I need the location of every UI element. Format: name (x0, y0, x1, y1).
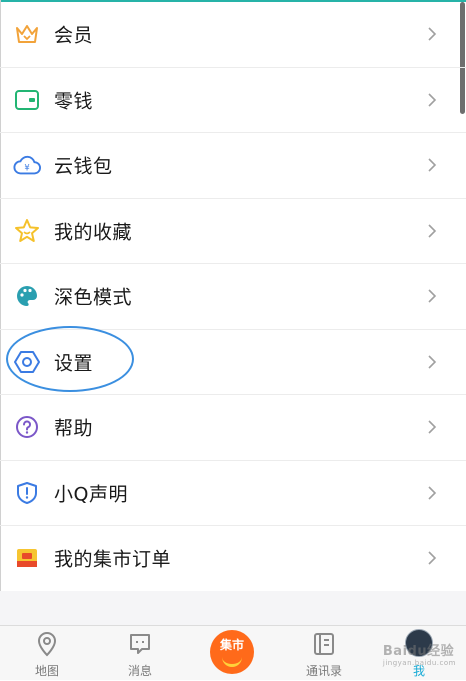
market-label: 集市 (219, 638, 244, 652)
chevron-right-icon (428, 289, 437, 303)
crown-icon (13, 20, 41, 48)
message-icon (130, 634, 150, 654)
tab-market[interactable]: 集市 (210, 630, 254, 674)
market-icon (222, 654, 242, 667)
settings-menu-list: 会员 零钱 ¥ 云钱包 我的收藏 深色模式 设置 帮助 小Q声明 我的集市订单 (0, 2, 466, 592)
menu-item-help[interactable]: 帮助 (0, 395, 466, 461)
tab-contacts[interactable]: 通讯录 (289, 626, 359, 681)
wallet-icon (13, 86, 41, 114)
menu-item-label: 云钱包 (54, 155, 113, 178)
menu-item-membership[interactable]: 会员 (0, 2, 466, 68)
menu-item-cloud-wallet[interactable]: ¥ 云钱包 (0, 133, 466, 199)
map-pin-icon (37, 631, 57, 657)
chevron-right-icon (428, 355, 437, 369)
tab-label: 消息 (127, 664, 152, 678)
watermark-text: Baidu经验 (382, 644, 455, 659)
bottom-spacer (0, 591, 466, 625)
menu-item-label: 我的收藏 (54, 221, 133, 244)
chevron-right-icon (428, 93, 437, 107)
svg-text:¥: ¥ (24, 163, 29, 173)
cloud-wallet-icon: ¥ (13, 151, 41, 179)
watermark: Baidu经验 jingyan.baidu.com (383, 640, 456, 667)
contacts-icon (314, 633, 334, 655)
menu-item-xiaoq-statement[interactable]: 小Q声明 (0, 461, 466, 526)
tab-label: 通讯录 (305, 664, 342, 678)
menu-item-favorites[interactable]: 我的收藏 (0, 199, 466, 264)
star-icon (13, 217, 41, 245)
menu-item-label: 我的集市订单 (54, 548, 172, 571)
menu-item-market-orders[interactable]: 我的集市订单 (0, 526, 466, 592)
tab-messages[interactable]: 消息 (105, 626, 175, 681)
chevron-right-icon (428, 420, 437, 434)
menu-item-label: 小Q声明 (54, 483, 128, 506)
settings-highlight-circle (6, 326, 134, 392)
tab-map[interactable]: 地图 (12, 626, 82, 681)
chevron-right-icon (428, 551, 437, 565)
market-order-icon (13, 544, 41, 572)
tab-label: 地图 (34, 664, 59, 678)
menu-item-label: 帮助 (54, 417, 94, 440)
chevron-right-icon (428, 158, 437, 172)
palette-icon (13, 282, 41, 310)
menu-item-label: 深色模式 (54, 286, 133, 309)
menu-item-label: 零钱 (54, 90, 94, 113)
shield-icon (13, 479, 41, 507)
chevron-right-icon (428, 486, 437, 500)
menu-item-label: 会员 (54, 24, 94, 47)
help-icon (13, 413, 41, 441)
chevron-right-icon (428, 27, 437, 41)
menu-item-wallet[interactable]: 零钱 (0, 68, 466, 133)
menu-item-dark-mode[interactable]: 深色模式 (0, 264, 466, 330)
chevron-right-icon (428, 224, 437, 238)
watermark-sub: jingyan.baidu.com (382, 659, 456, 667)
